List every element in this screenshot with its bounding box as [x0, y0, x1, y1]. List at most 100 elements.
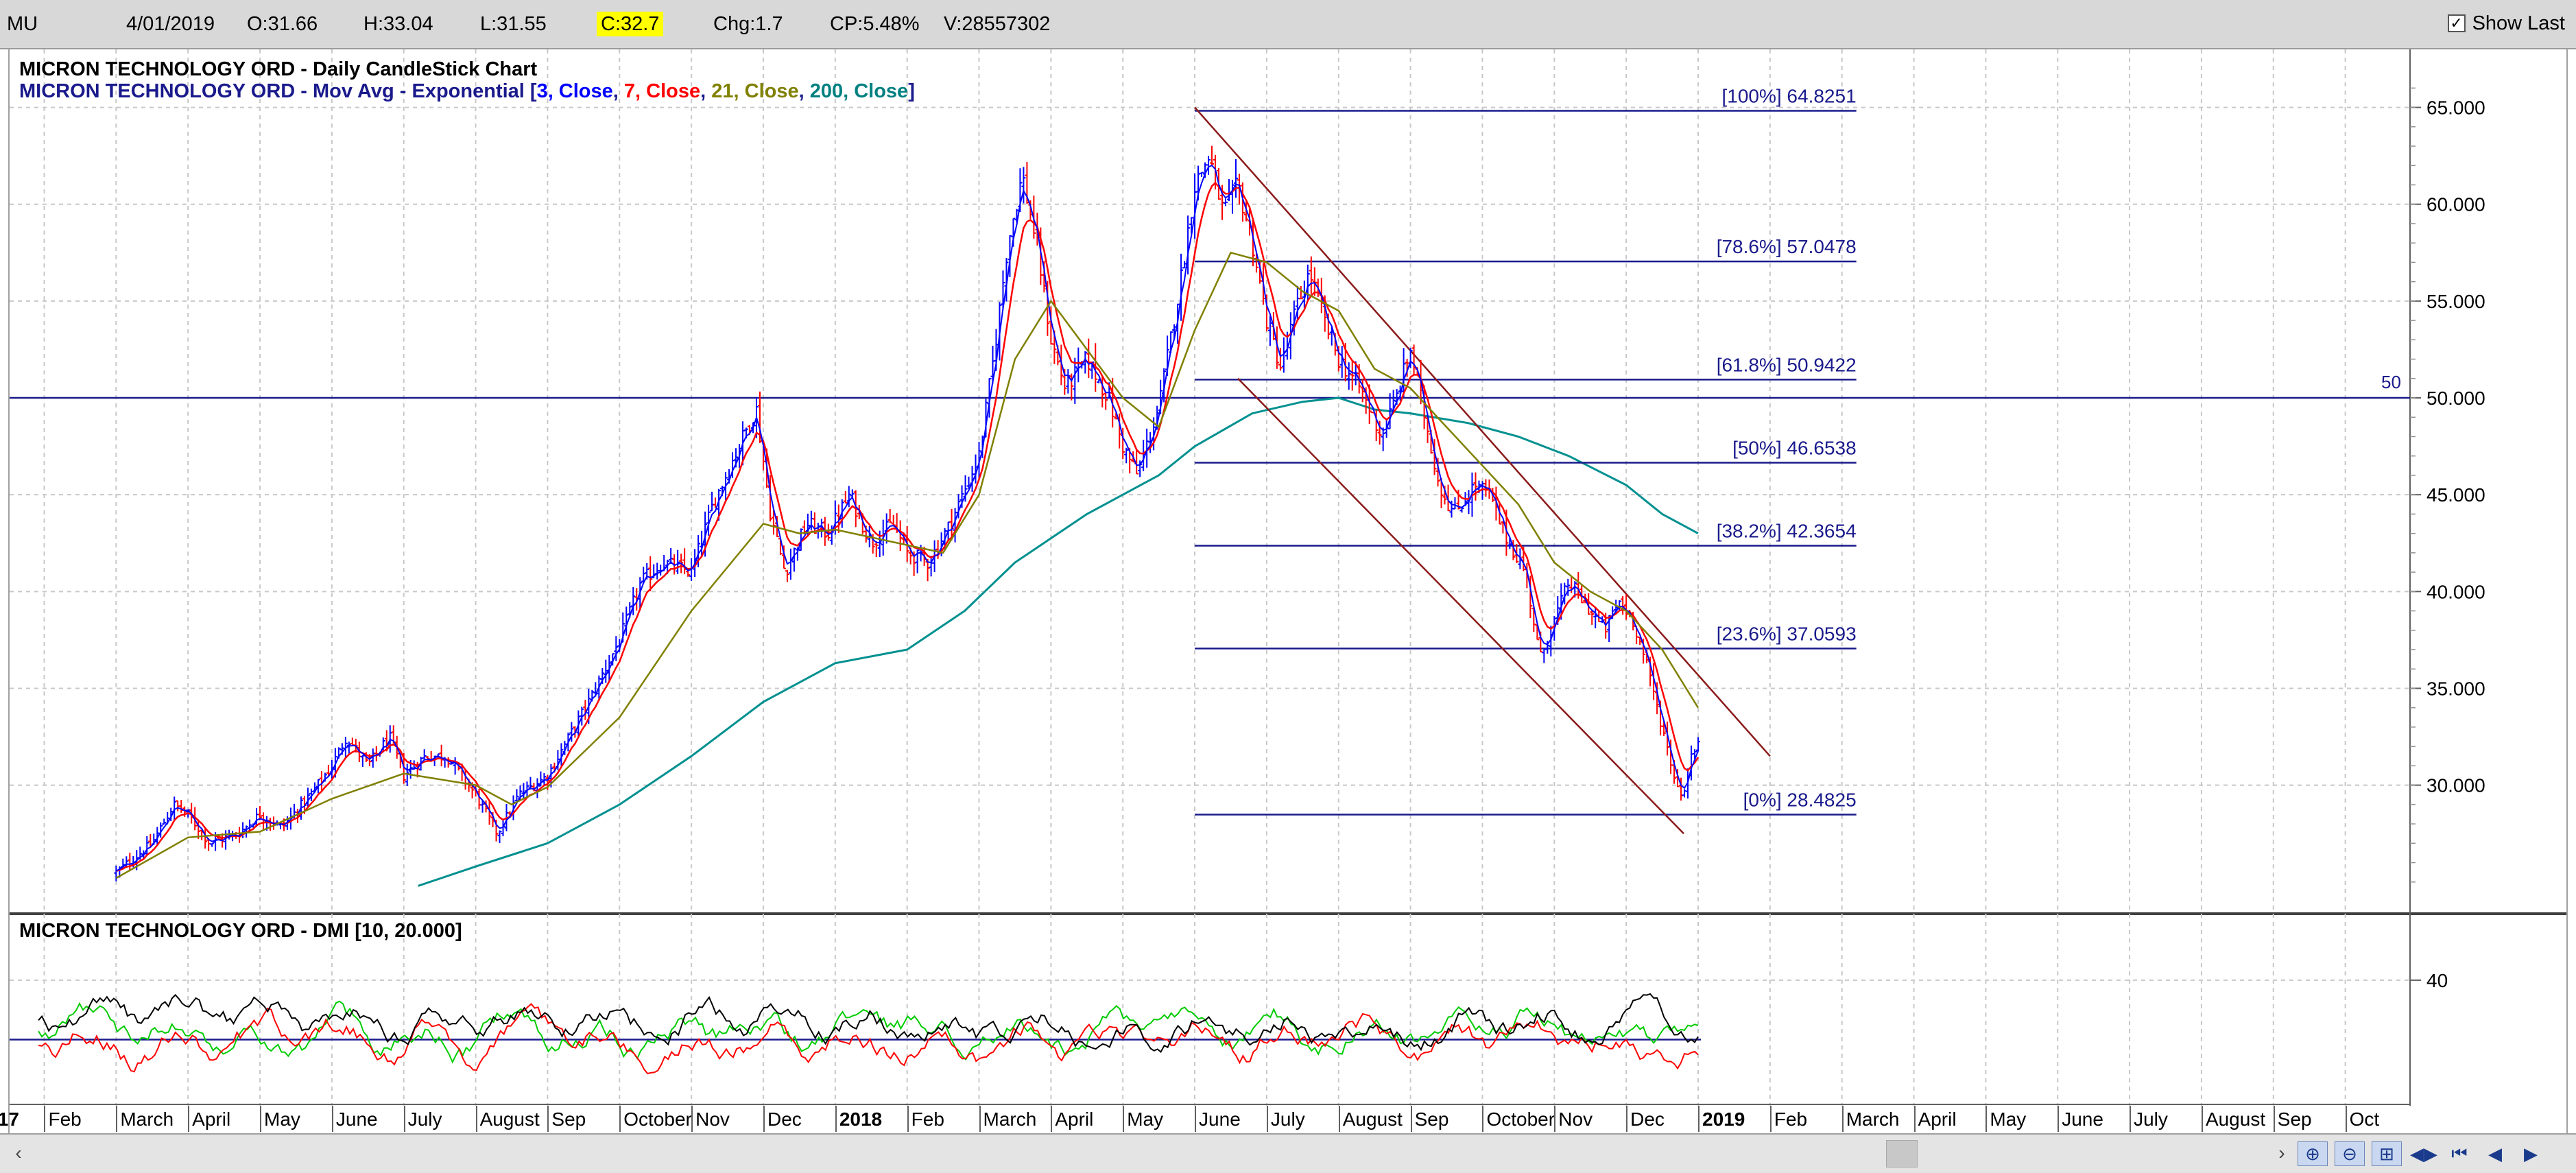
time-tick-mark [2130, 1106, 2132, 1132]
ma-legend-prefix: MICRON TECHNOLOGY ORD - Mov Avg - Expone… [19, 80, 537, 102]
scroll-prev-icon[interactable]: ◀ [2480, 1141, 2510, 1166]
time-tick-mark [116, 1106, 118, 1132]
time-tick-mark [1338, 1106, 1340, 1132]
time-tick-label: May [1127, 1109, 1164, 1130]
symbol-label: MU [7, 13, 38, 35]
time-tick-label: Feb [48, 1109, 82, 1130]
time-tick-mark [1123, 1106, 1125, 1132]
time-tick-mark [835, 1106, 837, 1132]
time-tick-label: Sep [551, 1109, 586, 1130]
zoom-out-icon[interactable]: ⊖ [2335, 1141, 2365, 1166]
time-tick-label: Feb [1774, 1109, 1808, 1130]
show-last-checkbox[interactable]: ✓ [2447, 14, 2466, 32]
time-tick-label: March [120, 1109, 174, 1130]
price-tick-label: 50.000 [2426, 388, 2485, 409]
time-tick-mark [1626, 1106, 1628, 1132]
time-tick-mark [1698, 1106, 1700, 1132]
show-last-label: Show Last [2472, 12, 2565, 34]
time-tick-mark [2201, 1106, 2203, 1132]
time-tick-label: May [264, 1109, 300, 1130]
chart-title: MICRON TECHNOLOGY ORD - Daily CandleStic… [19, 58, 538, 80]
price-tick-label: 30.000 [2426, 775, 2485, 796]
scroll-begin-icon[interactable]: ⏮ [2444, 1141, 2474, 1166]
horizontal-scrollbar[interactable]: ‹ › ⊕ ⊖ ⊞ ◀▶ ⏮ ◀ ▶ [0, 1133, 2576, 1173]
scroll-first-icon[interactable]: ◀▶ [2409, 1141, 2439, 1166]
ma-legend-params: 3, Close, 7, Close, 21, Close, 200, Clos… [537, 80, 909, 102]
time-tick-label: August [479, 1109, 540, 1130]
chart-area[interactable]: 30.000 35.000 40.000 45.000 50.000 55.000 60.0… [8, 49, 2568, 1106]
time-tick-mark [44, 1106, 46, 1132]
time-axis: 2017 Feb March April May June July August Sep Oct… [0, 1106, 2568, 1133]
time-tick-label: 2019 [1702, 1109, 1745, 1130]
time-tick-mark [1482, 1106, 1484, 1132]
zoom-fit-icon[interactable]: ⊞ [2372, 1141, 2402, 1166]
time-tick-mark [907, 1106, 909, 1132]
price-chart-svg: 30.000 35.000 40.000 45.000 50.000 55.000 60.0… [10, 49, 2566, 1106]
time-tick-label: Feb [911, 1109, 944, 1130]
fib-level-label: [38.2%] 42.3654 [1717, 521, 1857, 542]
time-tick-mark [2345, 1106, 2347, 1132]
panel-divider [10, 912, 2566, 915]
fib-level-label: [78.6%] 57.0478 [1717, 236, 1857, 257]
time-tick-label: June [335, 1109, 378, 1130]
scroll-next-icon[interactable]: ▶ [2516, 1141, 2546, 1166]
time-tick-mark [619, 1106, 621, 1132]
time-tick-mark [1195, 1106, 1197, 1132]
time-tick-mark [1554, 1106, 1556, 1132]
time-tick-label: Nov [1558, 1109, 1593, 1130]
close-value: C:32.7 [597, 12, 664, 36]
time-tick-mark [260, 1106, 262, 1132]
time-tick-mark [691, 1106, 693, 1132]
scroll-right-arrow-icon[interactable]: › [2270, 1141, 2293, 1165]
ma-legend-suffix: ] [908, 80, 915, 102]
time-tick-label: October [1486, 1109, 1555, 1130]
zoom-in-icon[interactable]: ⊕ [2298, 1141, 2328, 1166]
time-tick-mark [1410, 1106, 1412, 1132]
time-tick-label: July [2134, 1109, 2168, 1130]
time-tick-mark [1266, 1106, 1268, 1132]
time-tick-label: 2017 [0, 1109, 19, 1130]
time-tick-label: April [1055, 1109, 1094, 1130]
dmi-title: MICRON TECHNOLOGY ORD - DMI [10, 20.000] [19, 920, 462, 942]
price-tick-label: 40.000 [2426, 581, 2485, 602]
scroll-left-arrow-icon[interactable]: ‹ [7, 1141, 30, 1165]
time-tick-label: Sep [1414, 1109, 1449, 1130]
show-last-toggle[interactable]: ✓ Show Last [2447, 10, 2565, 37]
time-tick-label: June [1199, 1109, 1241, 1130]
time-tick-label: August [2205, 1109, 2266, 1130]
time-tick-mark [331, 1106, 333, 1132]
high-value: H:33.04 [363, 13, 433, 35]
ma-legend-param: 7, Close [623, 80, 701, 102]
change-value: Chg:1.7 [713, 13, 783, 35]
change-pct-value: CP:5.48% [830, 13, 920, 35]
price-tick-label: 35.000 [2426, 678, 2485, 699]
time-tick-label: July [1270, 1109, 1305, 1130]
time-tick-label: April [1918, 1109, 1957, 1130]
time-tick-label: Sep [2277, 1109, 2312, 1130]
ema200-line [418, 396, 1699, 887]
time-tick-mark [1985, 1106, 1988, 1132]
volume-value: V:28557302 [944, 13, 1051, 35]
time-tick-mark [1051, 1106, 1053, 1132]
ma-legend-param: 3, Close [536, 80, 613, 102]
ma-legend-separator: , [700, 80, 712, 102]
dmi-series-line [38, 993, 1699, 1054]
time-tick-mark [2273, 1106, 2275, 1132]
quote-bar: MU 4/01/2019 O:31.66 H:33.04 L:31.55 C:3… [0, 0, 2576, 49]
dmi-tick-label: 40 [2426, 970, 2448, 991]
scroll-thumb[interactable] [1886, 1140, 1918, 1168]
time-tick-label: 2018 [839, 1109, 883, 1130]
open-value: O:31.66 [247, 13, 318, 35]
date-label: 4/01/2019 [126, 13, 215, 35]
time-tick-label: July [407, 1109, 442, 1130]
ma-legend-param: 200, Close [809, 80, 909, 102]
time-tick-label: Nov [695, 1109, 730, 1130]
ma-legend-separator: , [612, 80, 624, 102]
time-tick-label: June [2062, 1109, 2103, 1130]
fib-level-label: [61.8%] 50.9422 [1717, 354, 1857, 375]
low-value: L:31.55 [480, 13, 547, 35]
time-tick-mark [188, 1106, 190, 1132]
time-tick-label: October [623, 1109, 692, 1130]
price-tick-label: 60.000 [2426, 194, 2485, 215]
time-tick-label: Dec [767, 1109, 802, 1130]
